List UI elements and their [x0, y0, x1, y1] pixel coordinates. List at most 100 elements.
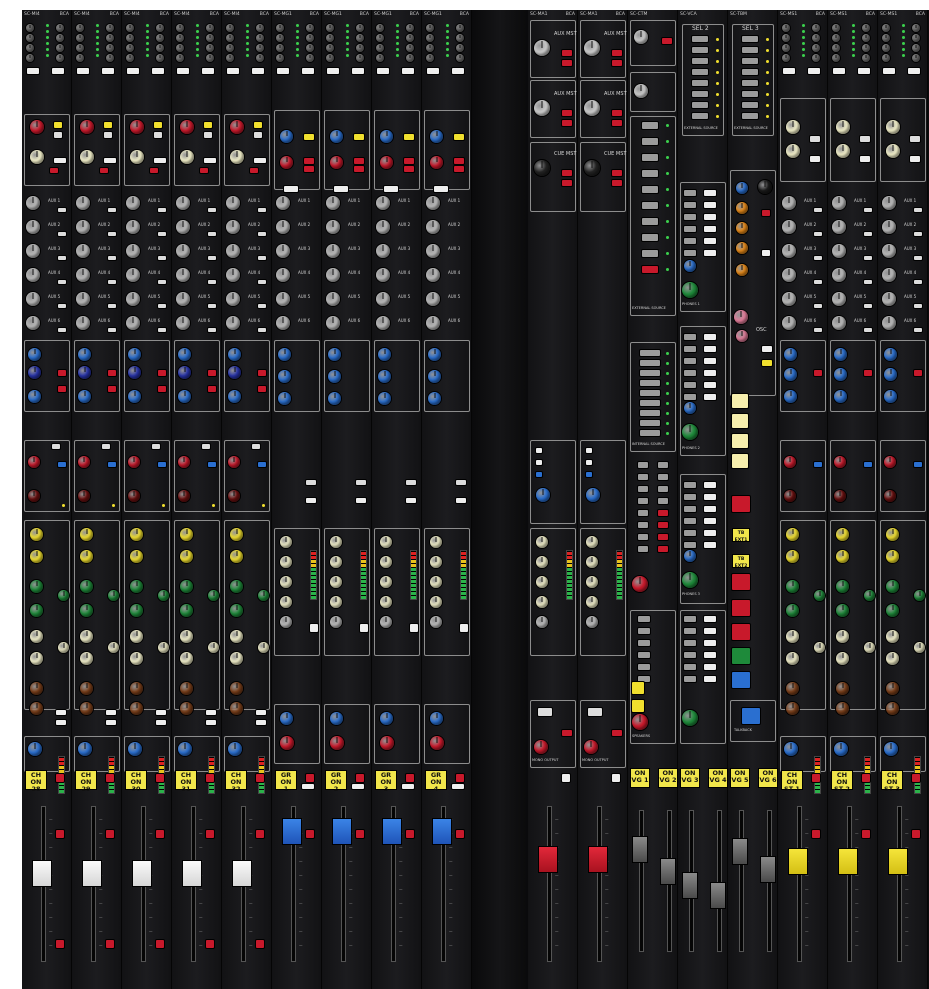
mute-button[interactable] — [156, 830, 164, 838]
vg-fader-cap[interactable] — [760, 856, 776, 883]
fader-flip-button[interactable] — [177, 68, 189, 74]
pan-knob[interactable] — [380, 130, 393, 143]
aux-send-knob[interactable] — [76, 244, 90, 258]
aux-send-knob[interactable] — [176, 316, 190, 330]
channel-on-button[interactable]: CH ON 28 — [25, 770, 47, 793]
speaker-source-button[interactable] — [704, 652, 716, 658]
phones-level-knob[interactable] — [682, 424, 698, 440]
pan-knob[interactable] — [834, 368, 847, 381]
solo-button[interactable] — [456, 774, 464, 782]
gain-knob[interactable] — [380, 536, 392, 548]
solo-button[interactable] — [256, 774, 264, 782]
aux-send-knob[interactable] — [782, 244, 796, 258]
gain-knob[interactable] — [536, 576, 548, 588]
mono-link-button[interactable] — [538, 708, 552, 716]
phones-source-button[interactable] — [684, 250, 696, 256]
level-knob[interactable] — [330, 736, 344, 750]
trim-knob[interactable] — [276, 34, 284, 42]
osc-level-knob[interactable] — [734, 310, 748, 324]
vg-fader-cap[interactable] — [682, 872, 698, 899]
phones-source-button[interactable] — [684, 190, 696, 196]
dyn-knob[interactable] — [178, 456, 190, 468]
dyn-knob[interactable] — [884, 490, 896, 502]
trim-knob[interactable] — [782, 24, 790, 32]
speaker-select-button[interactable] — [638, 616, 650, 622]
sel-button[interactable] — [742, 102, 758, 108]
trim-knob[interactable] — [376, 44, 384, 52]
aux-send-knob[interactable] — [326, 268, 340, 282]
eq-knob[interactable] — [80, 580, 93, 593]
solo-button[interactable] — [356, 774, 364, 782]
fader-flip-button[interactable] — [27, 68, 39, 74]
route-button[interactable] — [864, 370, 872, 376]
group-on-button[interactable]: GR ON 2 — [325, 770, 347, 793]
aux-pre-button[interactable] — [864, 208, 872, 212]
fader-cap[interactable] — [282, 818, 302, 845]
aux-master-button[interactable] — [662, 38, 672, 44]
eq-in-button[interactable] — [256, 710, 266, 715]
dyn-button[interactable] — [252, 444, 260, 449]
vg-on-button[interactable]: ON VG 5 — [730, 768, 750, 788]
trim-knob[interactable] — [456, 34, 464, 42]
stereo-button[interactable] — [284, 186, 298, 192]
aux-pre-button[interactable] — [158, 208, 166, 212]
talkback-button[interactable] — [732, 454, 748, 468]
trim-knob[interactable] — [782, 34, 790, 42]
cue-button[interactable] — [536, 460, 542, 465]
pan-knob[interactable] — [834, 348, 847, 361]
trim-knob[interactable] — [76, 34, 84, 42]
eq-knob[interactable] — [130, 702, 143, 715]
trim-knob[interactable] — [326, 44, 334, 52]
speaker-select-button[interactable] — [638, 664, 650, 670]
talkback-red-button[interactable] — [732, 574, 750, 590]
trim-knob[interactable] — [406, 24, 414, 32]
trim-knob[interactable] — [406, 54, 414, 62]
solo-button[interactable] — [912, 774, 920, 782]
gain-knob[interactable] — [380, 576, 392, 588]
mono-button[interactable] — [632, 700, 644, 712]
gain-knob[interactable] — [536, 556, 548, 568]
talkback-blue-button[interactable] — [732, 672, 750, 688]
route-button[interactable] — [638, 522, 648, 528]
aux-send-knob[interactable] — [26, 268, 40, 282]
route-button[interactable] — [638, 510, 648, 516]
phones-source-button[interactable] — [684, 518, 696, 524]
aux-send-knob[interactable] — [76, 292, 90, 306]
aux-send-knob[interactable] — [376, 196, 390, 210]
pan-knob[interactable] — [884, 390, 897, 403]
eq-q-knob[interactable] — [158, 590, 169, 601]
aux-send-knob[interactable] — [226, 316, 240, 330]
eq-knob[interactable] — [130, 604, 143, 617]
phones-source-button[interactable] — [704, 518, 716, 524]
speakers-level-knob[interactable] — [682, 710, 698, 726]
phase-button[interactable] — [50, 168, 58, 173]
aux-send-knob[interactable] — [26, 292, 40, 306]
gain-knob[interactable] — [836, 120, 850, 134]
osc-freq-knob[interactable] — [758, 180, 772, 194]
phones-source-button[interactable] — [704, 382, 716, 388]
aux-pre-button[interactable] — [108, 256, 116, 260]
aux-pre-button[interactable] — [914, 232, 922, 236]
phones-source-button[interactable] — [704, 334, 716, 340]
pan-knob[interactable] — [378, 348, 391, 361]
phantom-button[interactable] — [254, 122, 262, 128]
fader-cap[interactable] — [132, 860, 152, 887]
gain-knob[interactable] — [330, 596, 342, 608]
sel-button[interactable] — [692, 47, 708, 53]
channel-on-button[interactable]: CH ON 31 — [175, 770, 197, 793]
width-knob[interactable] — [330, 156, 343, 169]
aux-send-knob[interactable] — [426, 244, 440, 258]
aux-pre-button[interactable] — [158, 304, 166, 308]
aux-send-knob[interactable] — [276, 220, 290, 234]
trim-knob[interactable] — [812, 34, 820, 42]
trim-knob[interactable] — [156, 24, 164, 32]
talkback-red-button[interactable] — [732, 496, 750, 512]
stereo-button[interactable] — [384, 186, 398, 192]
eq-knob[interactable] — [786, 630, 799, 643]
channel-on-button[interactable]: CH ON 29 — [75, 770, 97, 793]
phones-source-button[interactable] — [704, 238, 716, 244]
dyn-knob[interactable] — [784, 456, 796, 468]
dyn-button[interactable] — [864, 462, 872, 467]
master-level-knob[interactable] — [534, 100, 550, 116]
eq-q-knob[interactable] — [258, 642, 269, 653]
